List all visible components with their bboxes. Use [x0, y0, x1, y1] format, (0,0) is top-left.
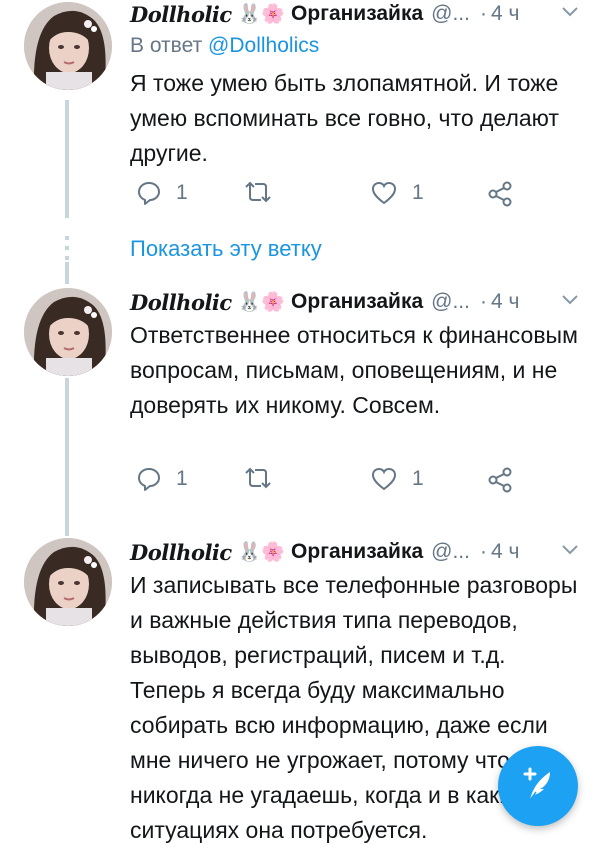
- author-emoji: 🐰🌸: [237, 3, 286, 25]
- like-count: 1: [412, 181, 424, 204]
- reply-icon: [136, 466, 162, 492]
- reply-prefix: В ответ: [130, 34, 209, 57]
- thread-line-dot: [65, 256, 69, 260]
- tweet-text: Ответственнее относиться к финансовым во…: [130, 322, 578, 418]
- separator-dot: ·: [479, 2, 487, 25]
- author-emoji: 🐰🌸: [237, 291, 286, 313]
- thread-line-dot: [65, 236, 69, 240]
- tweet[interactable]: Dollholic 🐰🌸 Организайка @... · 4 ч Отве…: [0, 288, 607, 528]
- reply-context: В ответ @Dollholics: [130, 34, 319, 58]
- like-button[interactable]: 1: [370, 466, 424, 492]
- thread-line-dot: [65, 246, 69, 250]
- compose-tweet-button[interactable]: [498, 746, 578, 826]
- reply-button[interactable]: 1: [136, 466, 188, 492]
- like-count: 1: [412, 467, 424, 490]
- tweet-actions: 1 1: [130, 466, 530, 498]
- chevron-down-icon[interactable]: [561, 293, 579, 311]
- share-icon: [486, 180, 514, 208]
- reply-count: 1: [176, 467, 188, 490]
- separator-dot: ·: [479, 290, 487, 313]
- author-handle[interactable]: @...: [431, 290, 470, 314]
- author-name[interactable]: Организайка: [291, 290, 423, 314]
- reply-button[interactable]: 1: [136, 180, 188, 206]
- separator-dot: ·: [479, 540, 487, 563]
- author-name-script[interactable]: Dollholic: [130, 290, 232, 315]
- tweet-header: Dollholic 🐰🌸 Организайка @... · 4 ч: [130, 0, 579, 28]
- avatar[interactable]: [24, 538, 112, 626]
- tweet-text: Я тоже умею быть злопамятной. И тоже уме…: [130, 70, 559, 166]
- author-emoji: 🐰🌸: [237, 541, 286, 563]
- heart-icon: [370, 180, 398, 206]
- author-handle[interactable]: @...: [431, 2, 470, 26]
- author-name-script[interactable]: Dollholic: [130, 540, 232, 565]
- author-handle[interactable]: @...: [431, 540, 470, 564]
- share-icon: [486, 466, 514, 494]
- compose-tweet-icon: [516, 762, 560, 811]
- tweet[interactable]: Dollholic 🐰🌸 Организайка @... · 4 ч В от…: [0, 0, 607, 230]
- like-button[interactable]: 1: [370, 180, 424, 206]
- tweet-header: Dollholic 🐰🌸 Организайка @... · 4 ч: [130, 538, 579, 566]
- chevron-down-icon[interactable]: [561, 5, 579, 23]
- author-name[interactable]: Организайка: [291, 2, 423, 26]
- share-button[interactable]: [486, 466, 514, 494]
- author-name-script[interactable]: Dollholic: [130, 2, 232, 27]
- retweet-button[interactable]: [242, 180, 274, 204]
- reply-handle-link[interactable]: @Dollholics: [208, 34, 319, 57]
- author-name[interactable]: Организайка: [291, 540, 423, 564]
- tweet-header: Dollholic 🐰🌸 Организайка @... · 4 ч: [130, 288, 579, 316]
- heart-icon: [370, 466, 398, 492]
- tweet-time[interactable]: 4 ч: [491, 290, 519, 314]
- tweet-actions: 1 1: [130, 180, 530, 212]
- tweet-time[interactable]: 4 ч: [491, 2, 519, 26]
- retweet-icon: [242, 180, 274, 204]
- show-thread-link[interactable]: Показать эту ветку: [130, 236, 322, 262]
- retweet-icon: [242, 466, 274, 490]
- retweet-button[interactable]: [242, 466, 274, 490]
- reply-count: 1: [176, 181, 188, 204]
- share-button[interactable]: [486, 180, 514, 208]
- chevron-down-icon[interactable]: [561, 543, 579, 561]
- avatar[interactable]: [24, 2, 112, 90]
- thread-line: [65, 262, 69, 284]
- reply-icon: [136, 180, 162, 206]
- tweet-time[interactable]: 4 ч: [491, 540, 519, 564]
- avatar[interactable]: [24, 288, 112, 376]
